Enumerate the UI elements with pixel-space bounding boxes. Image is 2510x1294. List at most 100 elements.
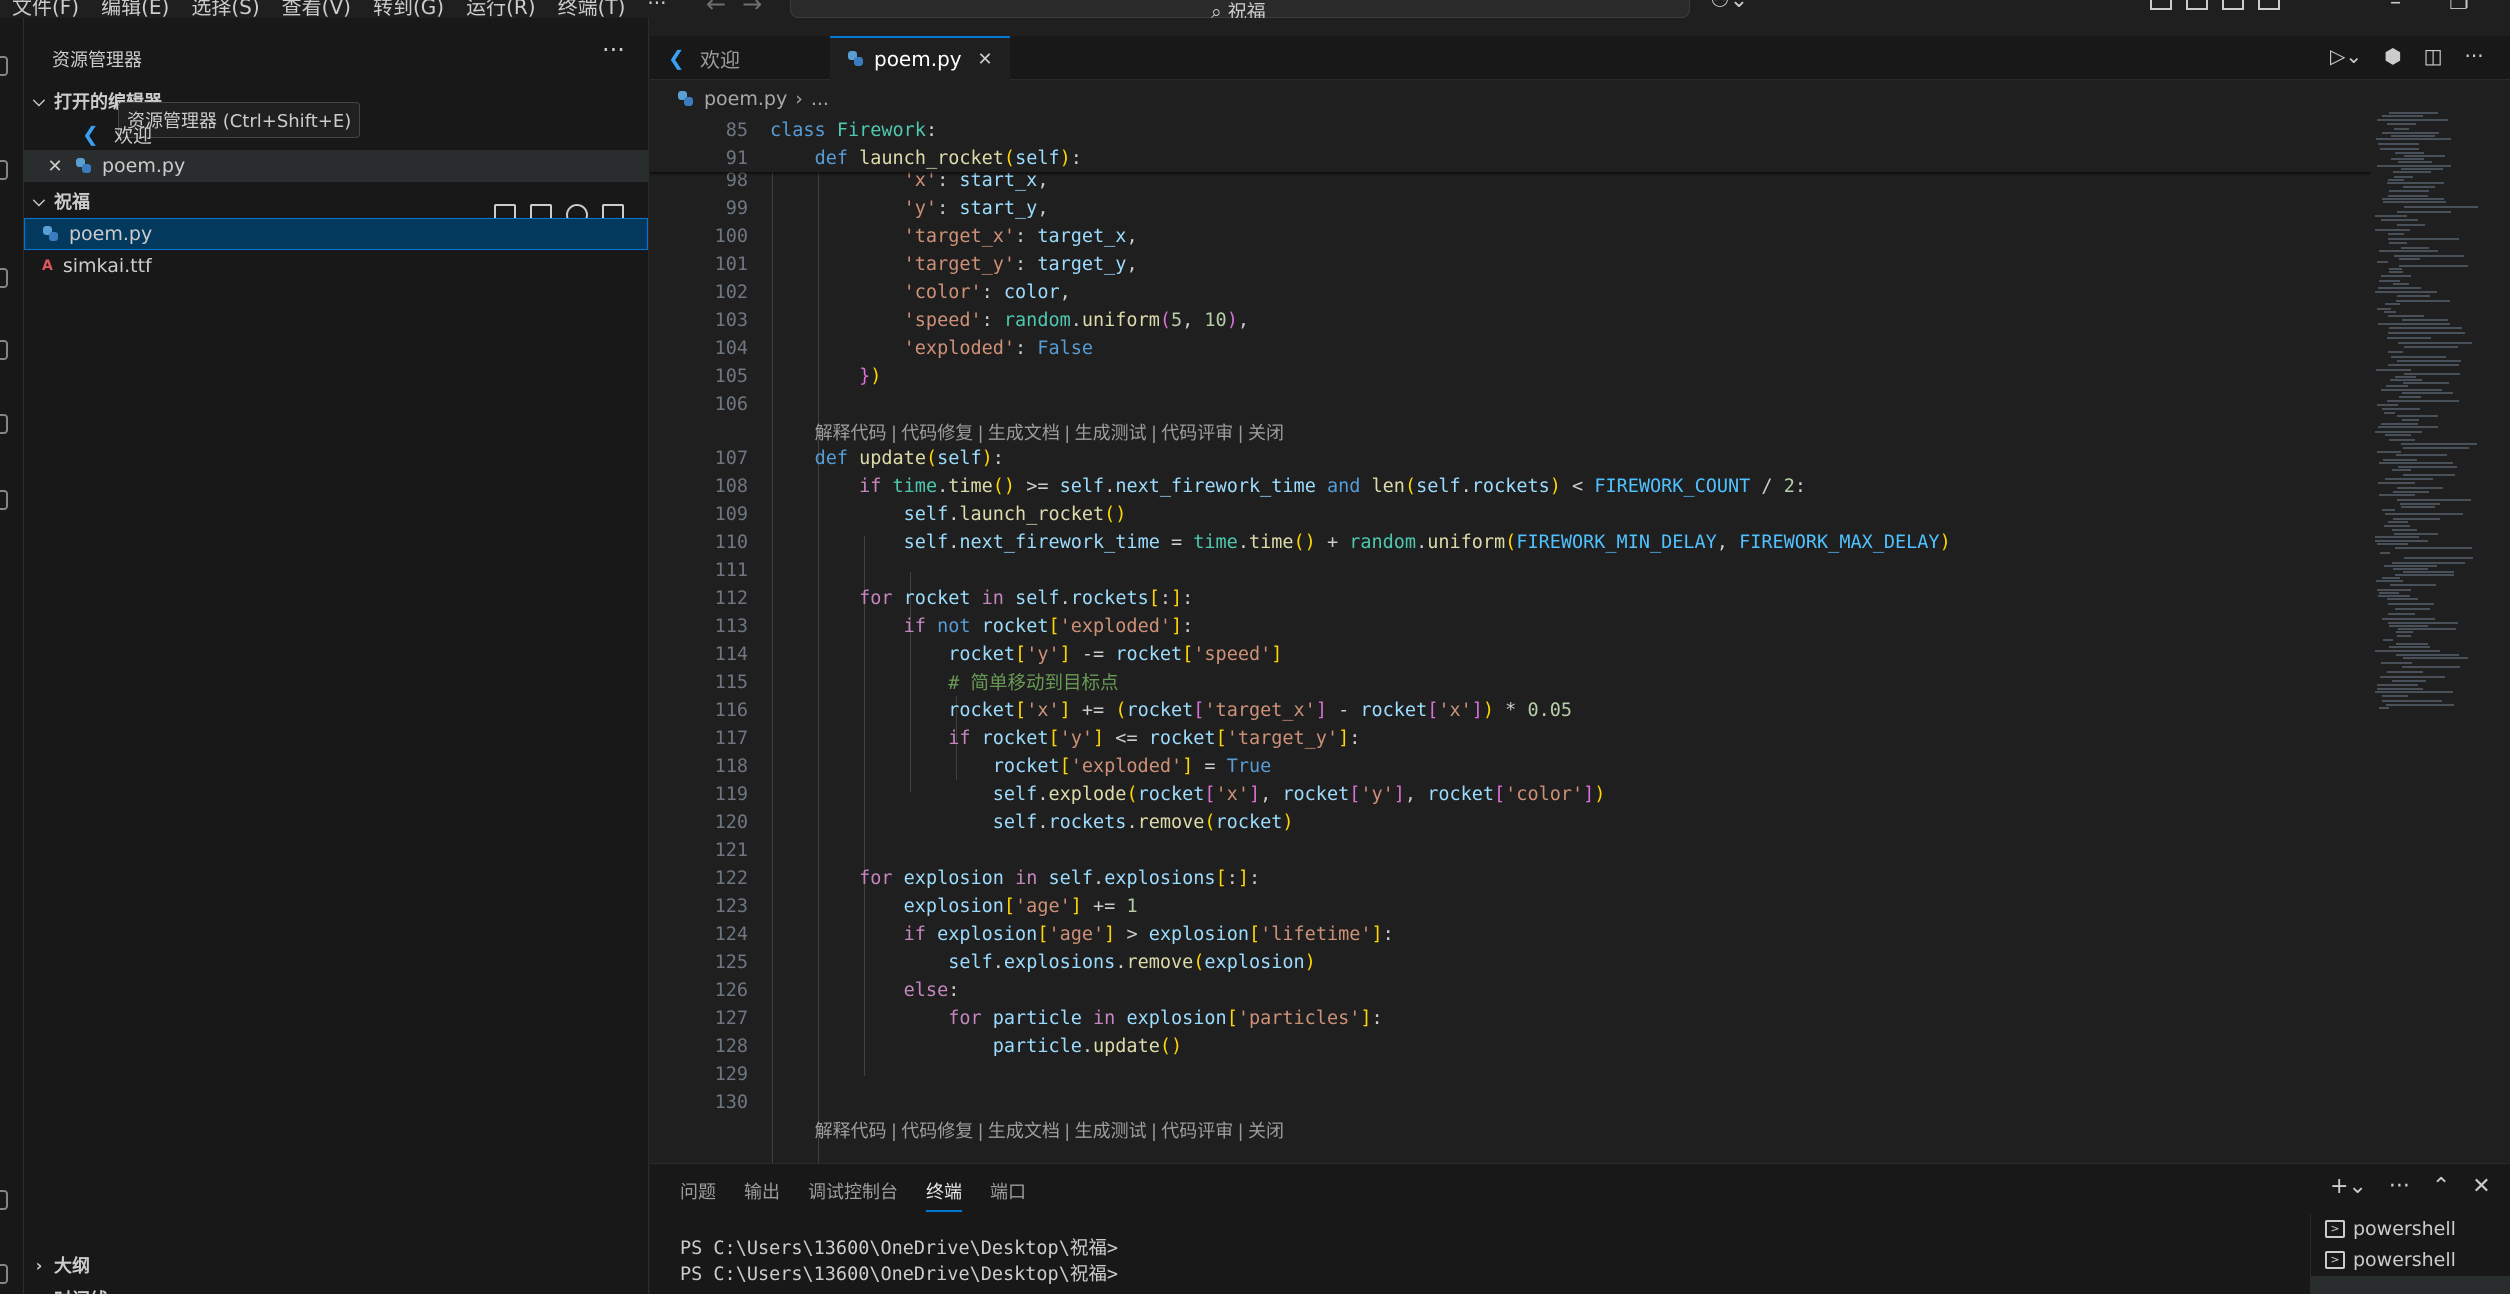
minimap-line: [2376, 138, 2451, 140]
minimap-line: [2401, 168, 2443, 170]
minimap-line: [2389, 190, 2429, 192]
copilot-icon[interactable]: ⚇⌄: [1710, 0, 1748, 13]
code-lens[interactable]: 解释代码 | 代码修复 | 生成文档 | 生成测试 | 代码评审 | 关闭: [650, 418, 2370, 446]
more-actions-icon[interactable]: ···: [602, 36, 625, 64]
python-icon: [678, 91, 694, 107]
minimap-line: [2386, 704, 2454, 706]
breadcrumb-file[interactable]: poem.py: [704, 88, 787, 110]
panel-tab-debug-console[interactable]: 调试控制台: [808, 1178, 898, 1212]
panel-tab-problems[interactable]: 问题: [680, 1178, 716, 1212]
code-line: 130: [714, 1091, 748, 1113]
minimap-line: [2375, 536, 2419, 538]
panel-tab-terminal[interactable]: 终端: [926, 1178, 962, 1212]
more-actions-icon[interactable]: ···: [2465, 44, 2484, 68]
minimap-line: [2386, 385, 2408, 387]
minimap-line: [2389, 327, 2462, 329]
file-simkai-ttf[interactable]: A simkai.ttf: [24, 250, 648, 282]
open-editor-welcome[interactable]: ❮ 欢迎: [24, 118, 648, 150]
menu-more[interactable]: ···: [647, 0, 666, 18]
copilot-action-icon[interactable]: ⬢: [2384, 44, 2401, 68]
code-line: 119 self.explode(rocket['x'], rocket['y'…: [714, 783, 1606, 805]
code-lens-actions[interactable]: 解释代码 | 代码修复 | 生成文档 | 生成测试 | 代码评审 | 关闭: [815, 419, 1284, 445]
panel-tab-output[interactable]: 输出: [744, 1178, 780, 1212]
minimap-line: [2403, 474, 2455, 476]
minimize-icon[interactable]: –: [2390, 0, 2401, 15]
code-lens[interactable]: 解释代码 | 代码修复 | 生成文档 | 生成测试 | 代码评审 | 关闭: [650, 1116, 2370, 1144]
terminal-line[interactable]: PS C:\Users\13600\OneDrive\Desktop\祝福>: [680, 1260, 1118, 1286]
manage-gear-icon[interactable]: [0, 1264, 8, 1284]
source-control-activity-icon[interactable]: [0, 268, 8, 288]
minimap-line: [2384, 412, 2395, 414]
code-line: 125 self.explosions.remove(explosion): [714, 951, 1316, 973]
file-label: simkai.ttf: [62, 255, 152, 277]
layout-customize-icon[interactable]: [2150, 0, 2172, 10]
menu-selection[interactable]: 选择(S): [191, 0, 259, 18]
terminal-instance[interactable]: > powershell: [2311, 1214, 2510, 1244]
minimap-line: [2392, 562, 2465, 564]
command-center-text: 祝福: [1227, 1, 1266, 18]
more-actions-icon[interactable]: ···: [2389, 1174, 2410, 1199]
minimap-line: [2389, 268, 2402, 270]
panel-tab-ports[interactable]: 端口: [990, 1178, 1026, 1212]
tab-poem-py[interactable]: poem.py ✕: [830, 36, 1010, 80]
code-lens-actions[interactable]: 解释代码 | 代码修复 | 生成文档 | 生成测试 | 代码评审 | 关闭: [815, 1117, 1284, 1143]
new-terminal-icon[interactable]: +⌄: [2330, 1174, 2367, 1199]
search-activity-icon[interactable]: [0, 160, 8, 180]
remote-activity-icon[interactable]: [0, 490, 8, 510]
minimap-line: [2397, 224, 2425, 226]
terminal-instance-partial[interactable]: [2311, 1276, 2510, 1294]
menu-run[interactable]: 运行(R): [466, 0, 536, 18]
terminal-line[interactable]: PS C:\Users\13600\OneDrive\Desktop\祝福>: [680, 1234, 1118, 1260]
close-tab-icon[interactable]: ✕: [974, 49, 996, 70]
back-arrow-icon[interactable]: ←: [706, 0, 742, 18]
minimap-line: [2395, 376, 2416, 378]
minimap[interactable]: [2375, 112, 2495, 732]
toggle-panel-icon[interactable]: [2222, 0, 2244, 10]
timeline-section[interactable]: › 时间线: [24, 1284, 648, 1294]
toggle-secondary-sidebar-icon[interactable]: [2258, 0, 2280, 10]
forward-arrow-icon[interactable]: →: [742, 0, 778, 18]
outline-section[interactable]: › 大纲: [24, 1250, 648, 1280]
minimap-line: [2384, 525, 2410, 527]
extensions-activity-icon[interactable]: [0, 414, 8, 434]
minimap-line: [2380, 676, 2445, 678]
accounts-activity-icon[interactable]: [0, 1190, 8, 1210]
minimap-line: [2377, 404, 2398, 406]
tab-welcome[interactable]: ❮ 欢迎: [650, 36, 830, 80]
menu-view[interactable]: 查看(V): [282, 0, 351, 18]
minimap-line: [2393, 171, 2431, 173]
code-editor[interactable]: 85 class Firework: 91 def launch_rocket(s…: [650, 116, 2510, 1163]
code-line: 122 for explosion in self.explosions[:]:: [714, 867, 1261, 889]
run-debug-activity-icon[interactable]: [0, 340, 8, 360]
run-icon[interactable]: ▷⌄: [2330, 44, 2362, 68]
code-line: 115 # 简单移动到目标点: [714, 671, 1119, 695]
chevron-right-icon: ›: [35, 1255, 43, 1275]
terminal-instance[interactable]: > powershell: [2311, 1245, 2510, 1275]
timeline-label: 时间线: [54, 1286, 108, 1294]
split-editor-icon[interactable]: ◫: [2424, 44, 2443, 68]
menu-go[interactable]: 转到(G): [373, 0, 444, 18]
menu-terminal[interactable]: 终端(T): [558, 0, 626, 18]
restore-icon[interactable]: ❐: [2449, 0, 2469, 15]
menu-file[interactable]: 文件(F): [12, 0, 79, 18]
minimap-line: [2385, 434, 2411, 436]
file-poem-py[interactable]: poem.py: [24, 218, 648, 250]
menu-edit[interactable]: 编辑(E): [101, 0, 169, 18]
minimap-line: [2404, 346, 2458, 348]
breadcrumb-rest[interactable]: ...: [811, 88, 829, 110]
minimap-line: [2404, 206, 2478, 208]
toggle-sidebar-icon[interactable]: [2186, 0, 2208, 10]
minimap-line: [2380, 148, 2419, 150]
maximize-panel-icon[interactable]: ⌃: [2432, 1174, 2450, 1199]
minimap-line: [2403, 186, 2435, 188]
minimap-line: [2391, 356, 2446, 358]
close-editor-icon[interactable]: ✕: [44, 156, 66, 177]
python-icon: [76, 158, 92, 174]
open-editor-poem[interactable]: ✕ poem.py: [24, 150, 648, 182]
explorer-activity-icon[interactable]: [0, 56, 8, 76]
minimap-line: [2388, 332, 2465, 334]
code-line: 118 rocket['exploded'] = True: [714, 755, 1272, 777]
close-panel-icon[interactable]: ✕: [2472, 1174, 2490, 1199]
command-center[interactable]: ⌕ 祝福: [790, 0, 1690, 18]
minimap-line: [2388, 351, 2403, 353]
